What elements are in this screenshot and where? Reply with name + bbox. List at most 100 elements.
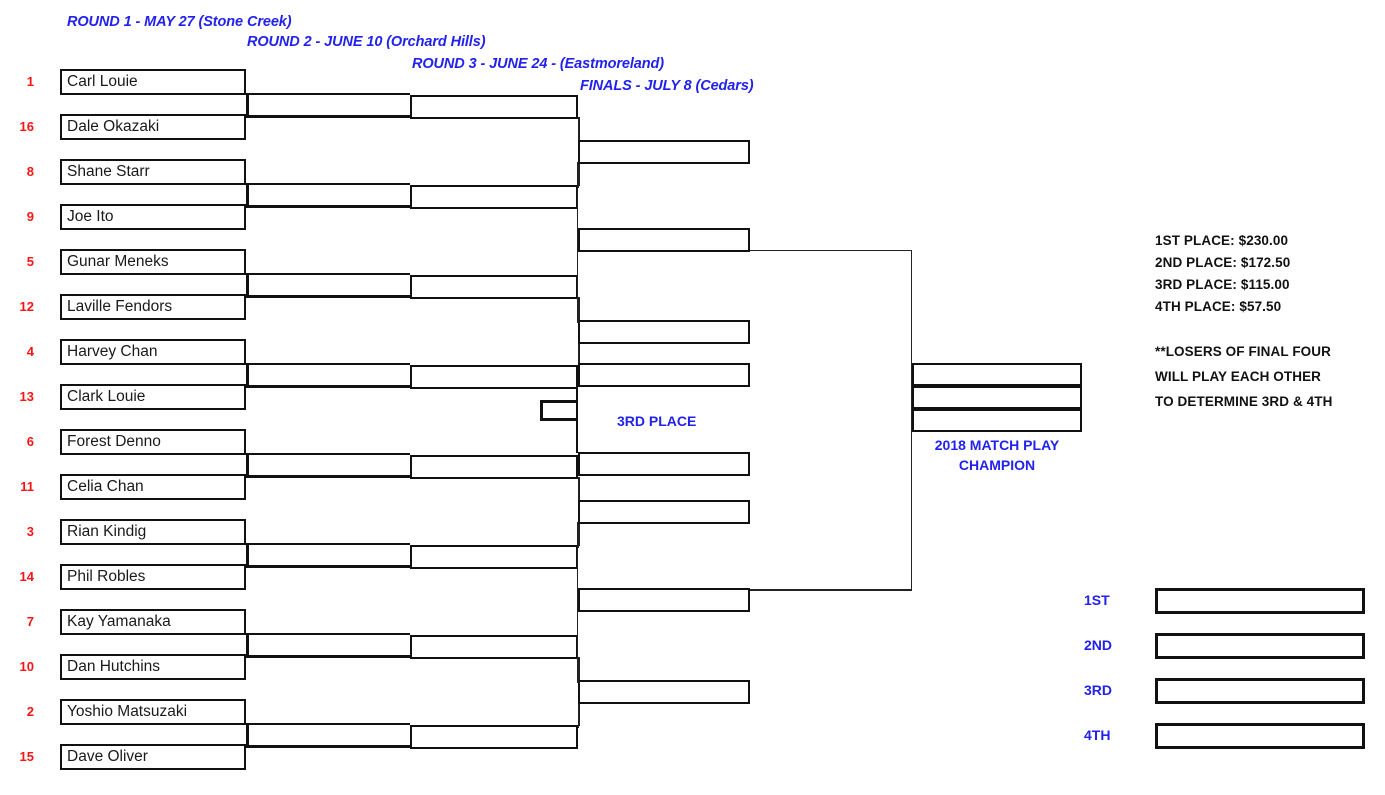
- seed-number-4: 4: [26, 344, 34, 359]
- round2-slot-3[interactable]: [410, 275, 578, 299]
- third-place-slot-1[interactable]: [578, 363, 750, 387]
- r1-join-8: [246, 722, 249, 745]
- r1-stub-bottom-7: [246, 655, 410, 658]
- r1-join-4: [246, 362, 249, 385]
- semifinal-slot-2[interactable]: [578, 588, 750, 612]
- r1-stub-bottom-6: [246, 565, 410, 568]
- placement-label-4th: 4TH: [1084, 727, 1111, 743]
- r3-left-tick-top-2: [576, 521, 580, 523]
- r3-left-tick-bot-2: [576, 681, 580, 683]
- r1-stub-top-1: [246, 92, 410, 95]
- third-place-feeder-top: [540, 400, 577, 403]
- r1-stub-bottom-4: [246, 385, 410, 388]
- seed-number-12: 12: [19, 299, 34, 314]
- player-slot-15[interactable]: Yoshio Matsuzaki: [60, 699, 246, 725]
- placement-label-3rd: 3RD: [1084, 682, 1113, 698]
- r1-stub-top-8: [246, 722, 410, 725]
- seed-number-16: 16: [19, 119, 34, 134]
- r3-left-tick-bot-1: [576, 321, 580, 323]
- r1-stub-bottom-3: [246, 295, 410, 298]
- placement-label-1st: 1ST: [1084, 592, 1110, 608]
- r1-stub-bottom-1: [246, 115, 410, 118]
- round3-slot-2[interactable]: [578, 320, 750, 344]
- r2-stub-bottom-3: [578, 546, 579, 548]
- r1-join-3: [246, 272, 249, 295]
- player-slot-5[interactable]: Gunar Meneks: [60, 249, 246, 275]
- sf-stub-bottom: [750, 589, 912, 591]
- round2-slot-4[interactable]: [410, 365, 578, 389]
- player-slot-11[interactable]: Rian Kindig: [60, 519, 246, 545]
- r1-join-1: [246, 92, 249, 115]
- r1-stub-bottom-8: [246, 745, 410, 748]
- player-slot-9[interactable]: Forest Denno: [60, 429, 246, 455]
- placement-input-4th[interactable]: [1155, 723, 1365, 749]
- third-place-label: 3RD PLACE: [617, 413, 697, 429]
- placement-input-2nd[interactable]: [1155, 633, 1365, 659]
- r2-stub-bottom-1: [578, 186, 579, 188]
- champion-label-line2: CHAMPION: [958, 457, 1036, 473]
- seed-number-13: 13: [19, 389, 34, 404]
- player-slot-16[interactable]: Dave Oliver: [60, 744, 246, 770]
- prize-line-3: 3RD PLACE: $115.00: [1155, 277, 1290, 292]
- tournament-bracket: ROUND 1 - MAY 27 (Stone Creek) ROUND 2 - …: [0, 0, 1385, 795]
- r3-left-tick-top-1: [576, 161, 580, 163]
- champion-slot-2[interactable]: [912, 386, 1082, 409]
- r1-stub-top-4: [246, 362, 410, 365]
- player-slot-10[interactable]: Celia Chan: [60, 474, 246, 500]
- champion-slot-1[interactable]: [912, 363, 1082, 386]
- sf-stub-top: [750, 249, 912, 251]
- r1-stub-top-7: [246, 632, 410, 635]
- r1-join-5: [246, 452, 249, 475]
- seed-number-8: 8: [26, 164, 34, 179]
- placement-input-1st[interactable]: [1155, 588, 1365, 614]
- player-slot-3[interactable]: Shane Starr: [60, 159, 246, 185]
- player-slot-1[interactable]: Carl Louie: [60, 69, 246, 95]
- champion-label-line1: 2018 MATCH PLAY: [934, 437, 1060, 453]
- r1-stub-top-2: [246, 182, 410, 185]
- placement-input-3rd[interactable]: [1155, 678, 1365, 704]
- prize-line-4: 4TH PLACE: $57.50: [1155, 299, 1282, 314]
- player-slot-12[interactable]: Phil Robles: [60, 564, 246, 590]
- player-slot-14[interactable]: Dan Hutchins: [60, 654, 246, 680]
- round2-slot-2[interactable]: [410, 185, 578, 209]
- round3-slot-1[interactable]: [578, 140, 750, 164]
- player-slot-6[interactable]: Laville Fendors: [60, 294, 246, 320]
- prize-line-2: 2ND PLACE: $172.50: [1155, 255, 1291, 270]
- player-slot-2[interactable]: Dale Okazaki: [60, 114, 246, 140]
- r1-join-2: [246, 182, 249, 205]
- champion-slot-3[interactable]: [912, 409, 1082, 432]
- note-line-1: **LOSERS OF FINAL FOUR: [1155, 344, 1331, 359]
- r1-stub-top-3: [246, 272, 410, 275]
- seed-number-3: 3: [26, 524, 34, 539]
- third-place-feeder-join: [540, 400, 543, 421]
- note-line-3: TO DETERMINE 3RD & 4TH: [1155, 394, 1333, 409]
- round-header-4: FINALS - JULY 8 (Cedars): [580, 78, 754, 94]
- round2-slot-6[interactable]: [410, 545, 578, 569]
- player-slot-4[interactable]: Joe Ito: [60, 204, 246, 230]
- round2-slot-1[interactable]: [410, 95, 578, 119]
- third-place-slot-2[interactable]: [578, 452, 750, 476]
- round-header-2: ROUND 2 - JUNE 10 (Orchard Hills): [247, 34, 486, 50]
- round2-slot-5[interactable]: [410, 455, 578, 479]
- note-line-2: WILL PLAY EACH OTHER: [1155, 369, 1322, 384]
- r1-stub-top-5: [246, 452, 410, 455]
- r2-stub-bottom-4: [578, 726, 579, 728]
- round3-slot-3[interactable]: [578, 500, 750, 524]
- round3-slot-4[interactable]: [578, 680, 750, 704]
- seed-number-6: 6: [26, 434, 34, 449]
- player-slot-7[interactable]: Harvey Chan: [60, 339, 246, 365]
- player-slot-8[interactable]: Clark Louie: [60, 384, 246, 410]
- third-place-feeder-bottom: [540, 418, 577, 421]
- prize-line-1: 1ST PLACE: $230.00: [1155, 233, 1289, 248]
- seed-number-9: 9: [26, 209, 34, 224]
- r1-stub-bottom-5: [246, 475, 410, 478]
- seed-number-7: 7: [26, 614, 34, 629]
- round2-slot-8[interactable]: [410, 725, 578, 749]
- seed-number-5: 5: [26, 254, 34, 269]
- placement-label-2nd: 2ND: [1084, 637, 1113, 653]
- round2-slot-7[interactable]: [410, 635, 578, 659]
- seed-number-15: 15: [19, 749, 34, 764]
- player-slot-13[interactable]: Kay Yamanaka: [60, 609, 246, 635]
- seed-number-11: 11: [20, 479, 34, 494]
- semifinal-slot-1[interactable]: [578, 228, 750, 252]
